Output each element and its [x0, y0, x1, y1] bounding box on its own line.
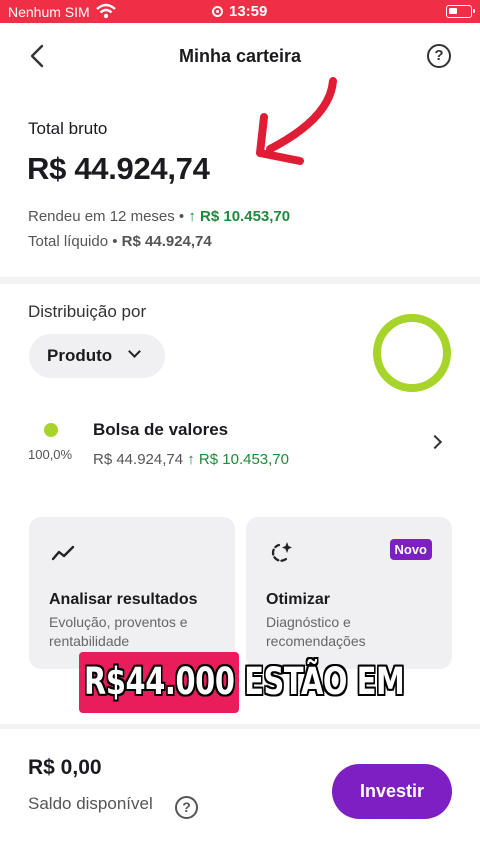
distribution-selector-value: Produto [47, 346, 113, 365]
feature-description: Evolução, proventos e rentabilidade [49, 614, 188, 649]
separator: • [112, 233, 118, 250]
item-gain: R$ 10.453,70 [198, 451, 289, 468]
video-caption: R$44.000 ESTÃO EM [84, 660, 405, 703]
feature-title: Otimizar [266, 591, 331, 608]
chevron-right-icon [427, 434, 443, 450]
annotation-arrow-icon [256, 77, 337, 165]
total-bruto-label: Total bruto [28, 119, 108, 138]
saldo-label: Saldo disponível [28, 794, 153, 813]
investir-button[interactable]: Investir [332, 764, 452, 819]
novo-badge: Novo [389, 539, 432, 560]
saldo-value: R$ 0,00 [28, 756, 102, 779]
arrow-up-icon: ↑ [188, 208, 196, 225]
distribution-selector[interactable]: Produto [29, 334, 165, 378]
item-value: R$ 44.924,74 [93, 451, 184, 468]
distribution-donut-chart [373, 314, 451, 392]
legend-dot [44, 423, 58, 437]
battery-icon [446, 5, 475, 18]
chart-trend-icon [51, 545, 75, 561]
liquido-line: Total líquido • R$ 44.924,74 [28, 233, 212, 250]
distribution-label: Distribuição por [28, 302, 147, 321]
rendeu-value: R$ 10.453,70 [200, 208, 291, 225]
status-bar: Nenhum SIM 13:59 [0, 0, 480, 23]
wifi-icon [96, 3, 116, 19]
distribution-card: Distribuição por Produto 100,0% Bolsa de… [0, 284, 480, 724]
rendeu-line: Rendeu em 12 meses • ↑ R$ 10.453,70 [28, 208, 290, 225]
item-percent: 100,0% [28, 447, 73, 462]
page-title: Minha carteira [178, 46, 302, 66]
analisar-resultados-card[interactable]: Analisar resultados Evolução, proventos … [29, 517, 235, 669]
rendeu-label: Rendeu em 12 meses [28, 208, 175, 225]
item-values: R$ 44.924,74 ↑ R$ 10.453,70 [93, 451, 289, 468]
arrow-up-icon: ↑ [187, 451, 195, 468]
summary-card: Minha carteira ? Total bruto R$ 44.924,7… [0, 23, 480, 277]
clock-time: 13:59 [229, 3, 268, 20]
chevron-down-icon [128, 345, 141, 358]
item-name: Bolsa de valores [93, 420, 229, 439]
separator: • [178, 208, 185, 225]
total-bruto-value: R$ 44.924,74 [27, 151, 210, 186]
screen-record-icon [212, 6, 223, 17]
liquido-label: Total líquido [28, 233, 109, 250]
feature-title: Analisar resultados [49, 591, 198, 608]
feature-description: Diagnóstico e recomendações [266, 614, 366, 649]
liquido-value: R$ 44.924,74 [121, 233, 212, 250]
balance-bar: R$ 0,00 Saldo disponível ? Investir [0, 729, 480, 854]
sparkle-refresh-icon [271, 542, 292, 562]
help-icon[interactable]: ? [175, 796, 198, 819]
carrier-label: Nenhum SIM [8, 4, 90, 20]
help-icon[interactable]: ? [427, 44, 451, 68]
otimizar-card[interactable]: Novo Otimizar Diagnóstico e recomendaçõe… [246, 517, 452, 669]
